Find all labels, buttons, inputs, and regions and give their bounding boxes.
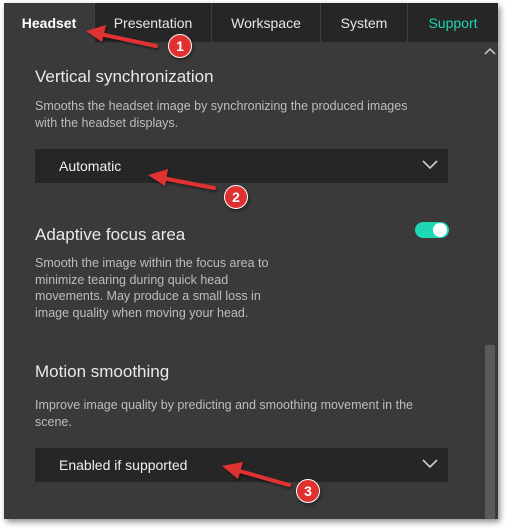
focus-description: Smooth the image within the focus area t… — [35, 256, 269, 320]
tab-support[interactable]: Support — [408, 3, 498, 42]
tab-presentation[interactable]: Presentation — [95, 3, 212, 42]
annotation-badge-2: 2 — [224, 185, 248, 209]
vsync-description: Smooths the headset image by synchronizi… — [35, 99, 408, 130]
vsync-selected-value: Automatic — [59, 158, 122, 174]
annotation-badge-3: 3 — [296, 479, 320, 503]
motion-dropdown[interactable]: Enabled if supported — [35, 448, 448, 482]
settings-window: Headset Presentation Workspace System Su… — [4, 3, 498, 519]
chevron-down-icon — [422, 459, 438, 469]
scrollbar-thumb[interactable] — [485, 345, 495, 519]
tab-workspace[interactable]: Workspace — [212, 3, 321, 42]
tab-system[interactable]: System — [321, 3, 408, 42]
tab-bar: Headset Presentation Workspace System Su… — [4, 3, 498, 42]
chevron-up-icon[interactable] — [484, 46, 496, 56]
motion-title: Motion smoothing — [35, 362, 170, 381]
focus-title: Adaptive focus area — [35, 225, 186, 244]
chevron-down-icon — [422, 160, 438, 170]
tab-headset[interactable]: Headset — [4, 3, 95, 42]
focus-toggle[interactable] — [415, 222, 449, 238]
vsync-dropdown[interactable]: Automatic — [35, 149, 448, 183]
settings-content: Vertical synchronization Smooths the hea… — [4, 42, 482, 519]
vsync-title: Vertical synchronization — [35, 67, 214, 86]
vertical-scrollbar[interactable] — [482, 42, 498, 519]
motion-description: Improve image quality by predicting and … — [35, 398, 413, 429]
motion-selected-value: Enabled if supported — [59, 457, 188, 473]
annotation-badge-1: 1 — [168, 34, 192, 58]
toggle-knob — [433, 223, 447, 237]
